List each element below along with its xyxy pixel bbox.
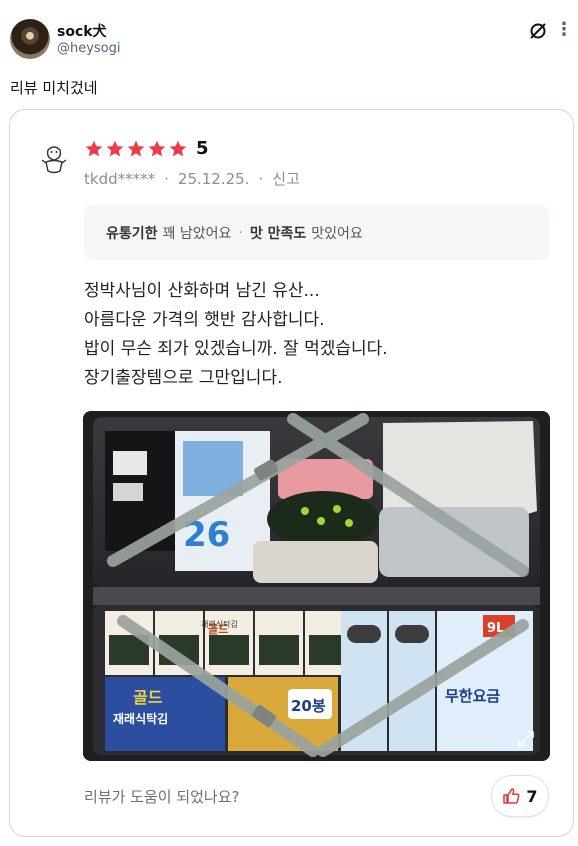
laver-packs: 골드 재래식탁김: [105, 611, 353, 675]
expand-icon[interactable]: [518, 731, 534, 747]
more-options-icon[interactable]: ⋮: [555, 20, 573, 42]
laver-brand-big-text: 골드: [133, 688, 163, 707]
review-line: 밥이 무슨 죄가 있겠습니까. 잘 먹겠습니다.: [84, 339, 388, 359]
suitcase-photo: 26 골드 재래식탁김 9L 무한요금 골드 재래식탁김 20봉: [83, 411, 550, 761]
review-meta: tkdd***** · 25.12.25. · 신고: [84, 168, 300, 189]
review-body: 정박사님이 산화하며 남긴 유산... 아름다운 가격의 햇반 감사합니다. 밥…: [84, 277, 554, 393]
author-name[interactable]: sock犬: [57, 21, 107, 41]
author-avatar[interactable]: [10, 19, 50, 59]
review-photo[interactable]: 26 골드 재래식탁김 9L 무한요금 골드 재래식탁김 20봉: [83, 411, 550, 761]
thumbs-up-icon: [503, 788, 520, 804]
attribute-separator: ·: [238, 224, 243, 241]
attribute-key: 맛 만족도: [249, 225, 307, 242]
rating-value: 5: [196, 138, 209, 159]
laver-name-big-text: 재래식탁김: [113, 711, 168, 726]
reviewer-avatar: [35, 139, 73, 177]
review-date: 25.12.25.: [177, 169, 250, 188]
meta-separator: ·: [164, 169, 169, 188]
review-attributes: 유통기한 꽤 남았어요 · 맛 만족도 맛있어요: [84, 205, 549, 260]
like-count: 7: [526, 786, 538, 806]
laver-name-text: 재래식탁김: [201, 619, 238, 629]
report-link[interactable]: 신고: [272, 168, 300, 189]
star-icon: [169, 140, 187, 157]
tweet-text: 리뷰 미치겄네: [10, 79, 98, 97]
star-icon: [148, 140, 166, 157]
attribute-key: 유통기한: [106, 225, 158, 242]
laver-pack-count-text: 20봉: [291, 697, 326, 715]
author-handle[interactable]: @heysogi: [57, 41, 121, 56]
grok-icon[interactable]: [528, 21, 548, 41]
rating-stars: [84, 139, 188, 159]
meta-separator: ·: [258, 169, 264, 188]
reviewer-id: tkdd*****: [84, 169, 156, 188]
attribute-value: 맛있어요: [311, 225, 363, 242]
pack-name-text: 무한요금: [445, 687, 500, 705]
review-line: 장기출장템으로 그만입니다.: [84, 368, 283, 388]
review-line: 정박사님이 산화하며 남긴 유산...: [84, 281, 320, 301]
helpful-question: 리뷰가 도움이 되었나요?: [84, 788, 240, 806]
attribute-value: 꽤 남았어요: [162, 225, 232, 242]
review-card[interactable]: 5 tkdd***** · 25.12.25. · 신고 유통기한 꽤 남았어요…: [9, 109, 574, 837]
star-icon: [85, 140, 103, 157]
helpful-like-button[interactable]: 7: [491, 775, 549, 817]
review-line: 아름다운 가격의 햇반 감사합니다.: [84, 310, 325, 330]
star-icon: [106, 140, 124, 157]
star-icon: [127, 140, 145, 157]
